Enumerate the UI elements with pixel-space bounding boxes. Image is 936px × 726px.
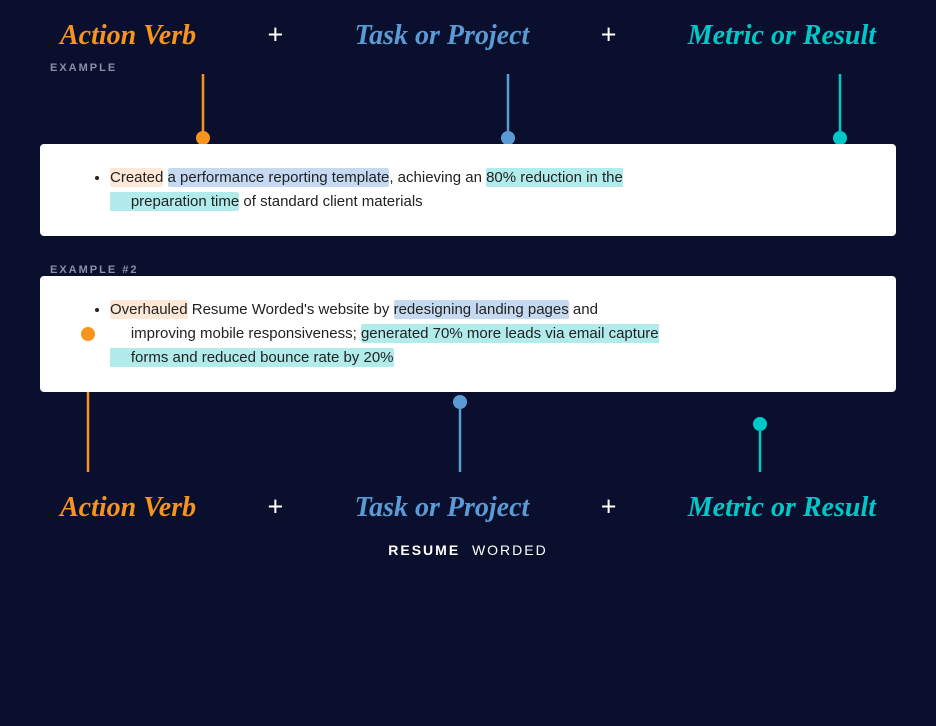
example2-bottom-connectors	[40, 392, 896, 472]
top-metric-label: Metric or Result	[688, 20, 876, 52]
example2-section: EXAMPLE #2 Overhauled Resume Worded's we…	[40, 264, 896, 472]
example1-label: EXAMPLE	[40, 62, 896, 74]
bottom-metric-label: Metric or Result	[688, 492, 876, 524]
top-task-label: Task or Project	[355, 20, 530, 52]
bottom-plus2: +	[601, 492, 617, 524]
example2-metric-highlight: generated 70% more leads via email captu…	[110, 324, 659, 367]
branding-area: RESUME WORDED	[388, 542, 547, 558]
bottom-formula-row: Action Verb + Task or Project + Metric o…	[40, 492, 896, 524]
example2-label: EXAMPLE #2	[40, 264, 896, 276]
top-formula-row: Action Verb + Task or Project + Metric o…	[40, 20, 896, 52]
example1-task-highlight: a performance reporting template	[168, 168, 390, 187]
example2-bullet: Overhauled Resume Worded's website by re…	[110, 298, 866, 370]
top-plus2: +	[601, 20, 617, 52]
example1-action-highlight: Created	[110, 168, 163, 187]
bottom-task-label: Task or Project	[355, 492, 530, 524]
example1-bullet: Created a performance reporting template…	[110, 166, 866, 214]
bottom-plus1: +	[267, 492, 283, 524]
branding-resume: RESUME	[388, 542, 460, 558]
example2-box: Overhauled Resume Worded's website by re…	[40, 276, 896, 392]
example1-box: Created a performance reporting template…	[40, 144, 896, 236]
top-action-verb: Action Verb	[60, 20, 196, 52]
branding-worded: WORDED	[472, 542, 548, 558]
example1-block: Created a performance reporting template…	[40, 74, 896, 236]
example2-block: Overhauled Resume Worded's website by re…	[40, 276, 896, 472]
bottom-action-verb: Action Verb	[60, 492, 196, 524]
example1-section: EXAMPLE Created a performance reporting …	[40, 62, 896, 236]
example2-action-highlight: Overhauled	[110, 300, 188, 319]
top-plus1: +	[267, 20, 283, 52]
example2-task-highlight: redesigning landing pages	[394, 300, 569, 319]
